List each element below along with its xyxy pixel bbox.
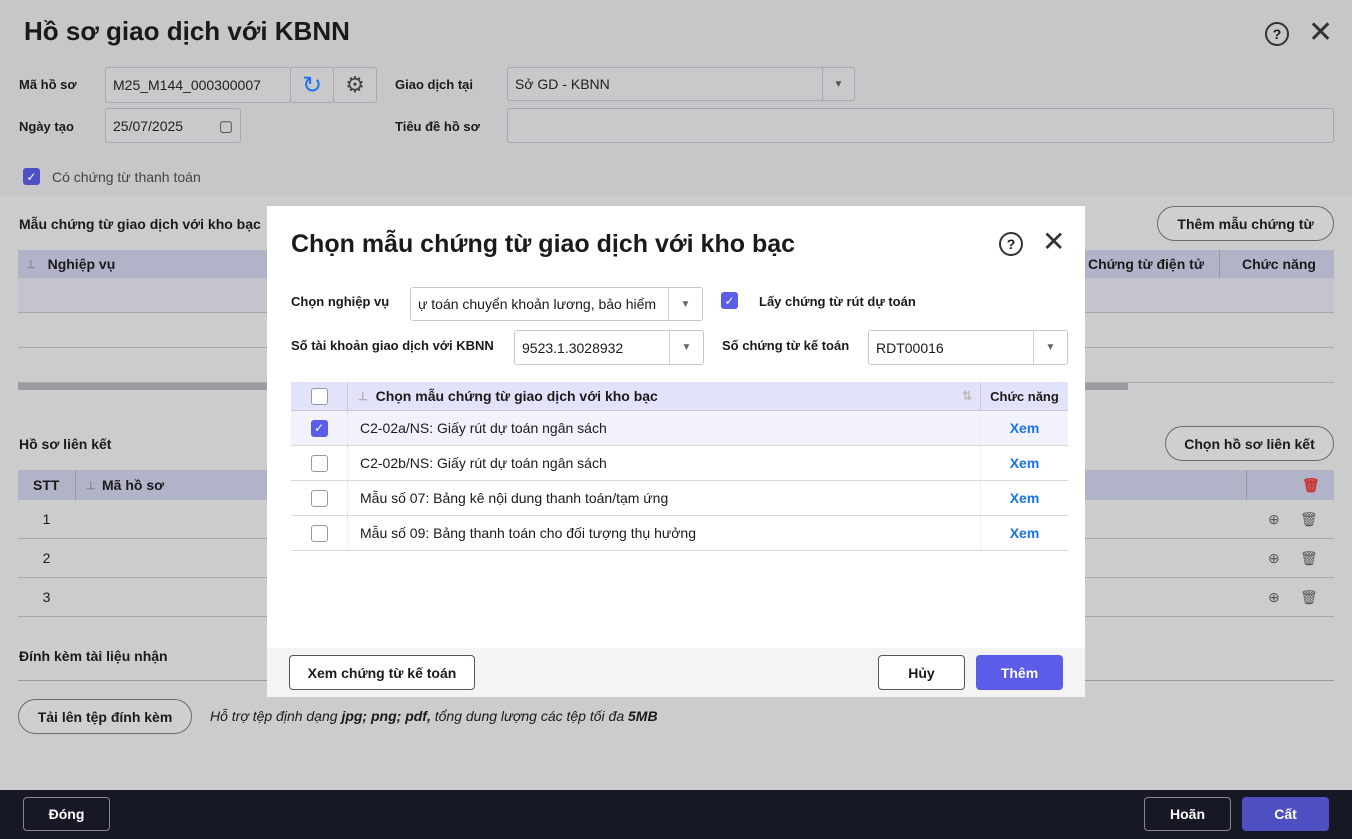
page-title: Hồ sơ giao dịch với KBNN [24,16,350,46]
add-button[interactable]: Thêm [976,655,1063,690]
row-checkbox[interactable] [310,489,328,507]
nghiep-vu-value: ự toán chuyển khoản lương, bảo hiểm [418,296,657,312]
row-checkbox[interactable] [310,454,328,472]
lay-chung-tu-checkbox[interactable]: ✓ [721,292,738,309]
refresh-icon[interactable]: ↻ [290,67,334,103]
add-template-button[interactable]: Thêm mẫu chứng từ [1157,206,1334,241]
dialog-title: Chọn mẫu chứng từ giao dịch với kho bạc [291,230,796,258]
trash-icon[interactable]: 🗑 [1300,589,1318,606]
template-name: Mẫu số 09: Bảng thanh toán cho đối tượng… [360,525,696,541]
tai-khoan-label: Số tài khoản giao dịch với KBNN [291,338,494,353]
chevron-down-icon[interactable]: ▼ [668,288,702,320]
help-icon[interactable]: ? [1265,22,1289,46]
add-icon[interactable]: ⊕ [1268,589,1280,606]
tieu-de-label: Tiêu đề hồ sơ [395,119,480,134]
lien-ket-title: Hồ sơ liên kết [19,436,112,452]
template-name: C2-02a/NS: Giấy rút dự toán ngân sách [360,420,607,436]
close-icon[interactable]: ✕ [1042,226,1065,258]
col-stt: STT [33,477,60,493]
tai-khoan-select[interactable]: 9523.1.3028932 ▼ [514,330,704,365]
template-row[interactable]: Mẫu số 07: Bảng kê nội dung thanh toán/t… [291,481,1068,516]
ma-ho-so-input[interactable]: M25_M144_000300007 [105,67,291,103]
view-accounting-button[interactable]: Xem chứng từ kế toán [289,655,475,690]
ma-ho-so-label: Mã hồ sơ [19,77,77,92]
pin-icon: ⊥ [358,390,368,403]
chevron-down-icon[interactable]: ▼ [1033,331,1067,364]
giao-dich-tai-value: Sở GD - KBNN [515,76,610,92]
trash-icon[interactable]: 🗑 [1300,550,1318,567]
so-chung-tu-select[interactable]: RDT00016 ▼ [868,330,1068,365]
template-name: Mẫu số 07: Bảng kê nội dung thanh toán/t… [360,490,669,506]
calendar-icon[interactable]: ▢ [219,117,233,135]
template-row[interactable]: C2-02b/NS: Giấy rút dự toán ngân sách Xem [291,446,1068,481]
cancel-button[interactable]: Hủy [878,655,965,690]
tai-khoan-value: 9523.1.3028932 [522,339,624,356]
so-chung-tu-label: Số chứng từ kế toán [722,338,850,353]
sort-icon[interactable]: ⇅ [962,389,972,403]
col-action: Chức năng [980,382,1068,410]
nghiep-vu-label: Chọn nghiệp vụ [291,294,390,309]
choose-template-dialog: Chọn mẫu chứng từ giao dịch với kho bạc … [267,206,1085,697]
col-chung-tu: Chứng từ điện tử [1088,256,1204,272]
trash-icon[interactable]: 🗑 [1300,511,1318,528]
chevron-down-icon[interactable]: ▼ [669,331,703,364]
tieu-de-input[interactable] [507,108,1334,143]
view-link[interactable]: Xem [980,481,1068,515]
ngay-tao-label: Ngày tạo [19,119,74,134]
ngay-tao-input[interactable]: 25/07/2025 ▢ [105,108,241,143]
row-stt: 1 [42,511,51,527]
upload-hint: Hỗ trợ tệp định dạng jpg; png; pdf, tổng… [210,708,658,724]
select-all-checkbox[interactable] [310,387,328,405]
template-row[interactable]: ✓ C2-02a/NS: Giấy rút dự toán ngân sách Xe… [291,411,1068,446]
ngay-tao-value: 25/07/2025 [113,117,184,134]
template-table-header: ⊥ Chọn mẫu chứng từ giao dịch với kho bạ… [291,382,1068,411]
so-chung-tu-value: RDT00016 [876,339,944,356]
pin-icon: ⊥ [26,258,36,271]
col-chuc-nang: Chức năng [1242,256,1316,272]
mau-section-title: Mẫu chứng từ giao dịch với kho bạc [19,216,261,232]
col-ma-ho-so: Mã hồ sơ [102,477,165,493]
col-nghiep-vu: Nghiệp vụ [47,256,116,272]
view-link[interactable]: Xem [980,516,1068,550]
add-icon[interactable]: ⊕ [1268,550,1280,567]
pin-icon: ⊥ [86,479,96,492]
delete-all-icon[interactable]: 🗑 [1302,477,1320,494]
chevron-down-icon[interactable]: ▼ [822,68,854,100]
giao-dich-tai-select[interactable]: Sở GD - KBNN ▼ [507,67,855,101]
upload-button[interactable]: Tải lên tệp đính kèm [18,699,192,734]
dialog-footer: Xem chứng từ kế toán Hủy Thêm [267,648,1085,697]
close-button[interactable]: Đóng [23,797,110,831]
co-chung-tu-checkbox[interactable]: ✓ [23,168,40,185]
co-chung-tu-label: Có chứng từ thanh toán [52,169,201,185]
row-stt: 3 [42,589,51,605]
help-icon[interactable]: ? [999,232,1023,256]
gear-icon[interactable]: ⚙ [333,67,377,103]
row-checkbox[interactable]: ✓ [310,419,328,437]
giao-dich-tai-label: Giao dịch tại [395,77,474,92]
dinh-kem-title: Đính kèm tài liệu nhận [19,648,168,664]
add-icon[interactable]: ⊕ [1268,511,1280,528]
template-row[interactable]: Mẫu số 09: Bảng thanh toán cho đối tượng… [291,516,1068,551]
lay-chung-tu-label: Lấy chứng từ rút dự toán [759,294,916,309]
view-link[interactable]: Xem [980,446,1068,480]
nghiep-vu-select[interactable]: ự toán chuyển khoản lương, bảo hiểm ▼ [410,287,703,321]
save-button[interactable]: Cất [1242,797,1329,831]
postpone-button[interactable]: Hoãn [1144,797,1231,831]
close-icon[interactable]: ✕ [1308,16,1333,50]
choose-linked-button[interactable]: Chọn hồ sơ liên kết [1165,426,1334,461]
row-checkbox[interactable] [310,524,328,542]
template-name: C2-02b/NS: Giấy rút dự toán ngân sách [360,455,607,471]
row-stt: 2 [42,550,51,566]
col-template-name: Chọn mẫu chứng từ giao dịch với kho bạc [375,388,658,404]
view-link[interactable]: Xem [980,411,1068,445]
